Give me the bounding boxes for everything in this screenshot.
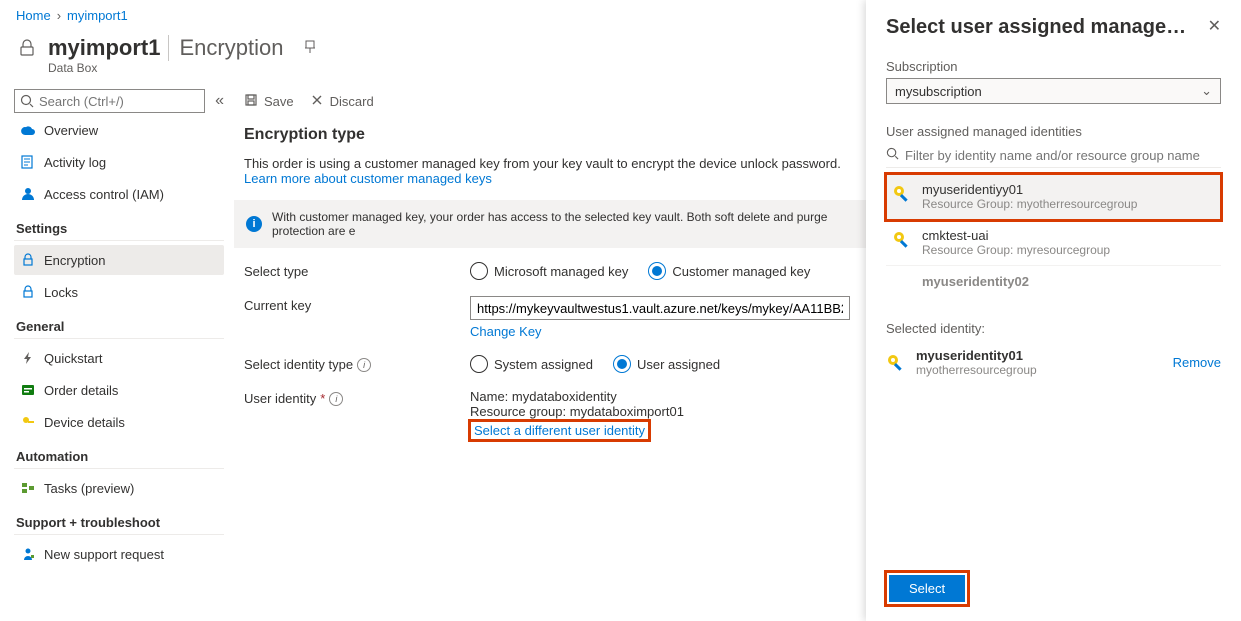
discard-button[interactable]: Discard [310,93,374,110]
sidebar-label: Quickstart [44,351,103,366]
sidebar-label: Device details [44,415,125,430]
info-icon: i [357,358,371,372]
select-different-identity-link[interactable]: Select a different user identity [474,423,645,438]
sidebar-item-tasks[interactable]: Tasks (preview) [14,473,224,503]
info-icon: i [246,216,262,232]
current-key-input[interactable] [470,296,850,320]
sidebar-section-general: General [14,309,224,339]
person-icon [20,186,36,202]
sidebar-label: Locks [44,285,78,300]
selected-identity-row: myuseridentity01 myotherresourcegroup Re… [886,348,1221,377]
sidebar-section-support: Support + troubleshoot [14,505,224,535]
close-icon[interactable]: ✕ [1208,16,1221,36]
sidebar-item-encryption[interactable]: Encryption [14,245,224,275]
save-icon [244,93,258,110]
search-input-wrap[interactable] [14,89,205,113]
support-icon [20,546,36,562]
bolt-icon [20,350,36,366]
radio-ms-managed[interactable]: Microsoft managed key [470,262,628,280]
pin-icon[interactable] [303,40,319,56]
search-icon [886,147,899,163]
sidebar-item-quickstart[interactable]: Quickstart [14,343,224,373]
sidebar-label: Access control (IAM) [44,187,164,202]
identity-item-1[interactable]: cmktest-uai Resource Group: myresourcegr… [886,220,1221,266]
search-icon [20,94,34,108]
radio-system-assigned[interactable]: System assigned [470,355,593,373]
cloud-icon [20,122,36,138]
chevron-down-icon: ⌄ [1201,83,1212,99]
radio-customer-managed[interactable]: Customer managed key [648,262,810,280]
identity-rg-line: Resource group: mydataboximport01 [470,404,854,419]
sidebar-item-locks[interactable]: Locks [14,277,224,307]
order-icon [20,382,36,398]
identity-name-line: Name: mydataboxidentity [470,389,854,404]
identity-icon [886,353,906,373]
info-icon: i [329,392,343,406]
select-button[interactable]: Select [889,575,965,602]
toolbar: Save Discard [232,89,866,120]
learn-more-link[interactable]: Learn more about customer managed keys [244,171,492,186]
label-select-type: Select type [244,262,470,279]
log-icon [20,154,36,170]
section-title: Encryption type [232,120,866,150]
radio-user-assigned[interactable]: User assigned [613,355,720,373]
sidebar-item-device[interactable]: Device details [14,407,224,437]
breadcrumb: Home › myimport1 [0,0,866,31]
remove-identity-link[interactable]: Remove [1173,355,1221,370]
sidebar-label: Encryption [44,253,105,268]
locks-icon [20,284,36,300]
collapse-sidebar-button[interactable]: « [215,92,224,110]
sidebar-item-support[interactable]: New support request [14,539,224,569]
lock-icon [16,37,38,59]
identity-item-0[interactable]: myuseridentiyy01 Resource Group: myother… [886,174,1221,220]
page-title: myimport1 [48,35,160,61]
lock-small-icon [20,252,36,268]
sidebar-section-automation: Automation [14,439,224,469]
tasks-icon [20,480,36,496]
main-content: Save Discard Encryption type This order … [232,83,866,621]
identity-filter-input[interactable] [905,148,1221,163]
sidebar-label: Order details [44,383,118,398]
label-identity-type: Select identity type i [244,355,470,372]
change-key-link[interactable]: Change Key [470,324,542,339]
identity-icon [892,230,912,250]
search-input[interactable] [15,90,204,112]
save-button[interactable]: Save [244,93,294,110]
sidebar-label: Tasks (preview) [44,481,134,496]
sidebar-item-activity[interactable]: Activity log [14,147,224,177]
key-icon [20,414,36,430]
breadcrumb-home[interactable]: Home [16,8,51,23]
sidebar: « Overview Activity log Access control (… [0,83,232,621]
page-section: Encryption [168,35,283,61]
subscription-dropdown[interactable]: mysubscription ⌄ [886,78,1221,104]
sidebar-item-order[interactable]: Order details [14,375,224,405]
sidebar-label: New support request [44,547,164,562]
discard-icon [310,93,324,110]
subscription-label: Subscription [886,59,1221,74]
select-identity-panel: Select user assigned manage… ✕ Subscript… [866,0,1241,621]
sidebar-item-overview[interactable]: Overview [14,115,224,145]
breadcrumb-item[interactable]: myimport1 [67,8,128,23]
sidebar-section-settings: Settings [14,211,224,241]
label-current-key: Current key [244,296,470,313]
sidebar-item-iam[interactable]: Access control (IAM) [14,179,224,209]
sidebar-label: Overview [44,123,98,138]
identity-icon [892,184,912,204]
info-bar: i With customer managed key, your order … [234,200,866,248]
sidebar-label: Activity log [44,155,106,170]
page-subtitle: Data Box [0,61,866,83]
breadcrumb-separator: › [57,8,61,23]
label-user-identity: User identity * i [244,389,470,406]
uami-label: User assigned managed identities [886,124,1221,139]
panel-title: Select user assigned manage… [886,16,1186,39]
identity-create-item[interactable]: myuseridentity02 [886,266,1221,297]
selected-identity-label: Selected identity: [886,321,1221,336]
page-header: myimport1 Encryption [0,31,866,63]
identity-filter[interactable] [886,143,1221,168]
section-description: This order is using a customer managed k… [232,150,866,200]
